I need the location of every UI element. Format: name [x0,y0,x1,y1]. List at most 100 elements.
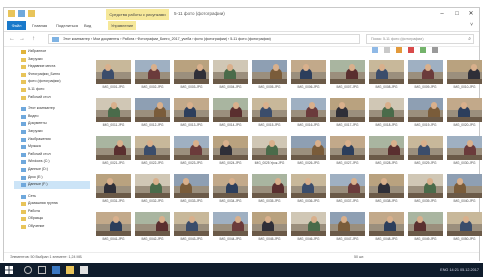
file-thumbnail[interactable]: IMG_0016.JPG [291,98,326,131]
file-thumbnail[interactable]: IMG_0013.JPG [174,98,209,131]
file-thumbnail[interactable]: IMG_0010.JPG [447,60,482,93]
file-thumbnail[interactable]: IMG_0002.JPG [135,60,170,93]
file-explorer-icon[interactable] [66,266,74,274]
file-thumbnail[interactable]: IMG_0004.JPG [213,60,248,93]
tab-home[interactable]: Главная [32,21,47,30]
file-thumbnail[interactable]: IMG_0030.JPG [447,136,482,169]
search-input[interactable]: Поиск: 5-11 фото (фотографии) ⌕ [366,34,474,44]
file-thumbnail[interactable]: IMG_0011.JPG [96,98,131,131]
sidebar-item[interactable]: Фотографии_Бинго [14,71,90,79]
file-thumbnail[interactable]: IMG_0047.JPG [330,212,365,245]
sidebar-item[interactable]: Изображения [14,136,90,144]
new-folder-icon[interactable] [28,10,35,17]
sidebar-item[interactable]: 5-11 фото [14,86,90,94]
windows-start-icon[interactable] [5,266,13,274]
file-thumbnail[interactable]: IMG_0021.JPG [96,136,131,169]
file-thumbnail[interactable]: IMG_0009.JPG [408,60,443,93]
tab-manage[interactable]: Управление [108,21,137,30]
file-thumbnail[interactable]: IMG_0001.JPG [96,60,131,93]
close-button[interactable]: ✕ [464,8,478,20]
sidebar-item[interactable]: Windows (C:) [14,158,90,166]
file-thumbnail[interactable]: IMG_0037.JPG [330,174,365,207]
file-thumbnail[interactable]: IMG_0043.JPG [174,212,209,245]
file-thumbnail[interactable]: IMG_0025 Урок.JPG [252,136,287,169]
sidebar-item[interactable]: Документы [14,120,90,128]
file-thumbnail[interactable]: IMG_0038.JPG [369,174,404,207]
file-thumbnail[interactable]: IMG_0029.JPG [408,136,443,169]
file-thumbnail[interactable]: IMG_0041.JPG [96,212,131,245]
sidebar-item[interactable]: Музыка [14,143,90,151]
store-icon[interactable] [80,266,88,274]
file-thumbnail[interactable]: IMG_0048.JPG [369,212,404,245]
file-thumbnail[interactable]: IMG_0020.JPG [447,98,482,131]
file-thumbnail[interactable]: IMG_0049.JPG [408,212,443,245]
sidebar-item[interactable]: Рабочий стол [14,151,90,159]
rotate-icon[interactable] [396,47,402,53]
sidebar-item[interactable]: Рабочий стол [14,94,90,102]
properties-icon[interactable] [432,47,438,53]
sidebar-item[interactable]: Этот компьютер [14,105,90,113]
sidebar-item[interactable]: фото (фотографии) [14,78,90,86]
file-thumbnail[interactable]: IMG_0022.JPG [135,136,170,169]
task-view-icon[interactable] [38,266,46,274]
sidebar-item[interactable]: Образцы [14,215,90,223]
file-thumbnail[interactable]: IMG_0028.JPG [369,136,404,169]
chevron-down-icon[interactable]: ˅ [470,21,473,30]
file-thumbnail[interactable]: IMG_0031.JPG [96,174,131,207]
folder-icon[interactable] [8,10,15,17]
edge-icon[interactable] [52,266,60,274]
sidebar-item[interactable]: Данные (F:) [14,181,90,189]
view-list-icon[interactable] [384,47,390,53]
file-thumbnail[interactable]: IMG_0040.JPG [447,174,482,207]
sidebar-item[interactable]: Загрузки [14,128,90,136]
file-thumbnail[interactable]: IMG_0034.JPG [213,174,248,207]
search-icon[interactable] [24,266,32,274]
file-thumbnail[interactable]: IMG_0012.JPG [135,98,170,131]
file-thumbnail[interactable]: IMG_0026.JPG [291,136,326,169]
view-large-icons-icon[interactable] [372,47,378,53]
file-thumbnail[interactable]: IMG_0018.JPG [369,98,404,131]
file-thumbnail[interactable]: IMG_0014.JPG [213,98,248,131]
sidebar-item[interactable]: Данные (D:) [14,166,90,174]
file-thumbnail[interactable]: IMG_0023.JPG [174,136,209,169]
file-thumbnail[interactable]: IMG_0032.JPG [135,174,170,207]
sidebar-item[interactable]: Работа [14,208,90,216]
sidebar-item[interactable]: Домашняя группа [14,200,90,208]
file-thumbnail[interactable]: IMG_0019.JPG [408,98,443,131]
up-button[interactable]: ↑ [32,34,35,44]
file-thumbnail[interactable]: IMG_0046.JPG [291,212,326,245]
file-thumbnail[interactable]: IMG_0015.JPG [252,98,287,131]
delete-icon[interactable] [408,47,414,53]
sidebar-item[interactable]: Диск (E:) [14,174,90,182]
sidebar-item[interactable]: Обучение [14,223,90,231]
sidebar-item[interactable]: Избранное [14,48,90,56]
save-icon[interactable] [18,10,25,17]
address-bar[interactable]: Этот компьютер › Мои документы › Работа … [48,34,360,44]
back-button[interactable]: ← [9,34,15,44]
forward-button[interactable]: → [19,34,25,44]
file-thumbnail[interactable]: IMG_0017.JPG [330,98,365,131]
minimize-button[interactable]: – [435,8,449,20]
file-thumbnail[interactable]: IMG_0042.JPG [135,212,170,245]
file-thumbnail[interactable]: IMG_0035.JPG [252,174,287,207]
tab-share[interactable]: Поделиться [56,21,78,30]
tab-view[interactable]: Вид [84,21,91,30]
file-thumbnail[interactable]: IMG_0036.JPG [291,174,326,207]
checkmark-icon[interactable] [420,47,426,53]
sidebar-item[interactable]: Видео [14,113,90,121]
sidebar-item[interactable]: Сеть [14,193,90,201]
file-thumbnail[interactable]: IMG_0033.JPG [174,174,209,207]
file-thumbnail[interactable]: IMG_0039.JPG [408,174,443,207]
file-thumbnail[interactable]: IMG_0050.JPG [447,212,482,245]
file-thumbnail[interactable]: IMG_0045.JPG [252,212,287,245]
file-thumbnail[interactable]: IMG_0024.JPG [213,136,248,169]
file-thumbnail[interactable]: IMG_0008.JPG [369,60,404,93]
file-thumbnail[interactable]: IMG_0006.JPG [291,60,326,93]
sidebar-item[interactable]: Недавние места [14,63,90,71]
file-thumbnail[interactable]: IMG_0005.JPG [252,60,287,93]
file-thumbnail[interactable]: IMG_0044.JPG [213,212,248,245]
file-thumbnail[interactable]: IMG_0003.JPG [174,60,209,93]
file-thumbnail[interactable]: IMG_0027.JPG [330,136,365,169]
maximize-button[interactable]: □ [450,8,464,20]
sidebar-item[interactable]: Загрузки [14,56,90,64]
